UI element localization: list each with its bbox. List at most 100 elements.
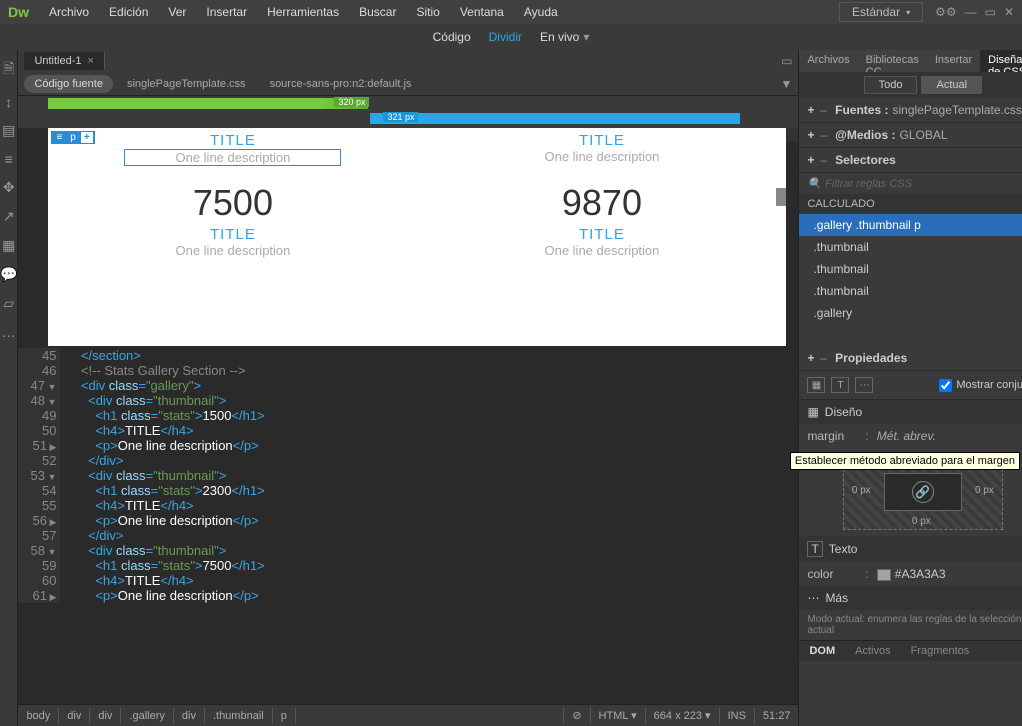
panel-tab-bibliotecas[interactable]: Bibliotecas CC bbox=[858, 50, 927, 72]
status-bar: bodydivdiv.gallerydiv.thumbnailp ⊘ HTML … bbox=[18, 704, 798, 726]
show-set-checkbox[interactable]: Mostrar conjunto bbox=[939, 379, 1022, 392]
computed-header: CALCULADO bbox=[799, 194, 1022, 214]
maximize-icon[interactable]: ▭ bbox=[985, 5, 996, 19]
breadcrumb-item[interactable]: p bbox=[273, 708, 296, 724]
errors-icon[interactable]: ⊘ bbox=[563, 707, 589, 724]
text-category-icon[interactable]: T bbox=[831, 377, 849, 393]
layout-section-icon: ▦ bbox=[807, 405, 818, 419]
related-js[interactable]: source-sans-pro:n2:default.js bbox=[260, 75, 422, 93]
menu-archivo[interactable]: Archivo bbox=[41, 3, 97, 21]
selector-item[interactable]: .gallery bbox=[799, 302, 1022, 324]
insert-mode[interactable]: INS bbox=[719, 708, 754, 724]
color-swatch[interactable]: #A3A3A3 bbox=[877, 567, 946, 581]
tab-close-icon[interactable]: × bbox=[88, 55, 94, 67]
breadcrumb-item[interactable]: div bbox=[59, 708, 90, 724]
panel-tab-insertar[interactable]: Insertar bbox=[927, 50, 980, 72]
preview-card[interactable]: 9870TITLEOne line description bbox=[417, 170, 786, 262]
element-selector-bar[interactable]: ≡ p + bbox=[51, 131, 94, 144]
app-logo: Dw bbox=[8, 4, 29, 20]
dock-icon[interactable]: ▭ bbox=[781, 54, 792, 68]
breadcrumb-item[interactable]: .thumbnail bbox=[205, 708, 273, 724]
preview-card[interactable]: TITLEOne line description bbox=[48, 128, 417, 170]
breadcrumb-item[interactable]: body bbox=[18, 708, 59, 724]
menu-ver[interactable]: Ver bbox=[160, 3, 194, 21]
document-tabs: Untitled-1× ▭ bbox=[18, 50, 798, 72]
bottom-tab-dom[interactable]: DOM bbox=[799, 641, 845, 661]
comment-icon[interactable]: 💬 bbox=[0, 266, 17, 283]
cursor-position: 51:27 bbox=[754, 708, 799, 724]
expand-icon[interactable]: ≡ bbox=[5, 151, 13, 167]
link-icon[interactable]: 🔗 bbox=[912, 481, 934, 503]
viewport-size[interactable]: 664 x 223 ▾ bbox=[645, 707, 719, 724]
view-code[interactable]: Código bbox=[433, 30, 471, 44]
selector-item[interactable]: .thumbnail bbox=[799, 280, 1022, 302]
workspace-selector[interactable]: Estándar▾ bbox=[839, 2, 923, 22]
view-split[interactable]: Dividir bbox=[489, 30, 522, 44]
right-panel: Archivos Bibliotecas CC Insertar Diseñad… bbox=[798, 50, 1022, 726]
text-section-icon: T bbox=[807, 541, 822, 557]
scrollbar-thumb[interactable] bbox=[776, 188, 786, 206]
css-all-button[interactable]: Todo bbox=[864, 76, 918, 94]
breadcrumb-item[interactable]: .gallery bbox=[121, 708, 173, 724]
breadcrumb-item[interactable]: div bbox=[174, 708, 205, 724]
menu-ayuda[interactable]: Ayuda bbox=[516, 3, 566, 21]
sync-icon[interactable]: ⚙⚙ bbox=[935, 5, 957, 19]
doc-tab[interactable]: Untitled-1× bbox=[24, 52, 105, 70]
layout-category-icon[interactable]: ▦ bbox=[807, 377, 825, 393]
preview-icon[interactable]: ▱ bbox=[3, 295, 14, 312]
lang-select[interactable]: HTML ▾ bbox=[590, 707, 645, 724]
media-query-bar: 320 px 321 px 05010015020025030035040045… bbox=[18, 96, 798, 128]
menu-ventana[interactable]: Ventana bbox=[452, 3, 512, 21]
view-toolbar: Código Dividir En vivo▾ bbox=[0, 24, 1022, 50]
extract-icon[interactable]: ▤ bbox=[2, 122, 15, 139]
related-files-bar: Código fuente singlePageTemplate.css sou… bbox=[18, 72, 798, 96]
filter-rules-input[interactable]: 🔍 Filtrar reglas CSS bbox=[799, 173, 1022, 194]
panel-tab-archivos[interactable]: Archivos bbox=[799, 50, 857, 72]
file-icon[interactable]: 🗎 bbox=[3, 58, 14, 82]
manage-icon[interactable]: ↕ bbox=[5, 94, 12, 110]
preview-card[interactable]: 7500TITLEOne line description bbox=[48, 170, 417, 262]
close-icon[interactable]: ✕ bbox=[1004, 5, 1014, 19]
media-query-321[interactable] bbox=[370, 113, 740, 124]
image-icon[interactable]: ▦ bbox=[2, 237, 15, 254]
add-source-icon[interactable]: + bbox=[807, 103, 814, 117]
menu-sitio[interactable]: Sitio bbox=[408, 3, 447, 21]
more-category-icon[interactable]: ⋯ bbox=[855, 377, 873, 393]
add-media-icon[interactable]: + bbox=[807, 128, 814, 142]
add-property-icon[interactable]: + bbox=[807, 351, 814, 365]
left-toolbar: 🗎 ↕ ▤ ≡ ✥ ↗ ▦ 💬 ▱ … bbox=[0, 50, 18, 726]
menu-buscar[interactable]: Buscar bbox=[351, 3, 404, 21]
source-code-pill[interactable]: Código fuente bbox=[24, 75, 113, 93]
selector-item[interactable]: .gallery .thumbnail p bbox=[799, 214, 1022, 236]
preview-card[interactable]: TITLEOne line description bbox=[417, 128, 786, 170]
selector-item[interactable]: .thumbnail bbox=[799, 258, 1022, 280]
menu-herramientas[interactable]: Herramientas bbox=[259, 3, 347, 21]
bottom-tab-fragmentos[interactable]: Fragmentos bbox=[901, 641, 980, 661]
minimize-icon[interactable]: — bbox=[965, 5, 977, 19]
css-current-button[interactable]: Actual bbox=[921, 76, 982, 94]
mode-note: Modo actual: enumera las reglas de la se… bbox=[799, 610, 1022, 640]
menu-insertar[interactable]: Insertar bbox=[198, 3, 255, 21]
margin-tooltip: Establecer método abreviado para el marg… bbox=[790, 452, 1020, 470]
search-icon: 🔍 bbox=[807, 177, 821, 190]
target-icon[interactable]: ✥ bbox=[3, 179, 15, 196]
margin-shorthand[interactable]: Mét. abrev. bbox=[877, 429, 936, 443]
media-query-320[interactable] bbox=[48, 98, 368, 109]
menubar: Dw Archivo Edición Ver Insertar Herramie… bbox=[0, 0, 1022, 24]
more-icon[interactable]: … bbox=[2, 324, 16, 340]
hamburger-icon[interactable]: ≡ bbox=[53, 132, 65, 143]
bottom-tab-activos[interactable]: Activos bbox=[845, 641, 900, 661]
add-selector-icon[interactable]: + bbox=[81, 132, 93, 143]
more-section-icon: ⋯ bbox=[807, 591, 819, 605]
breadcrumb-item[interactable]: div bbox=[90, 708, 121, 724]
code-editor[interactable]: 45 </section>46 <!-- Stats Gallery Secti… bbox=[18, 346, 798, 704]
related-css[interactable]: singlePageTemplate.css bbox=[117, 75, 256, 93]
panel-tab-css-designer[interactable]: Diseñador de CSS bbox=[980, 50, 1022, 72]
add-selector-btn-icon[interactable]: + bbox=[807, 153, 814, 167]
view-live[interactable]: En vivo▾ bbox=[540, 30, 589, 44]
selector-item[interactable]: .thumbnail bbox=[799, 236, 1022, 258]
live-preview[interactable]: ≡ p + TITLEOne line descriptionTITLEOne … bbox=[48, 128, 786, 346]
pipette-icon[interactable]: ↗ bbox=[3, 208, 15, 225]
filter-icon[interactable]: ▼ bbox=[781, 77, 793, 91]
menu-edicion[interactable]: Edición bbox=[101, 3, 156, 21]
